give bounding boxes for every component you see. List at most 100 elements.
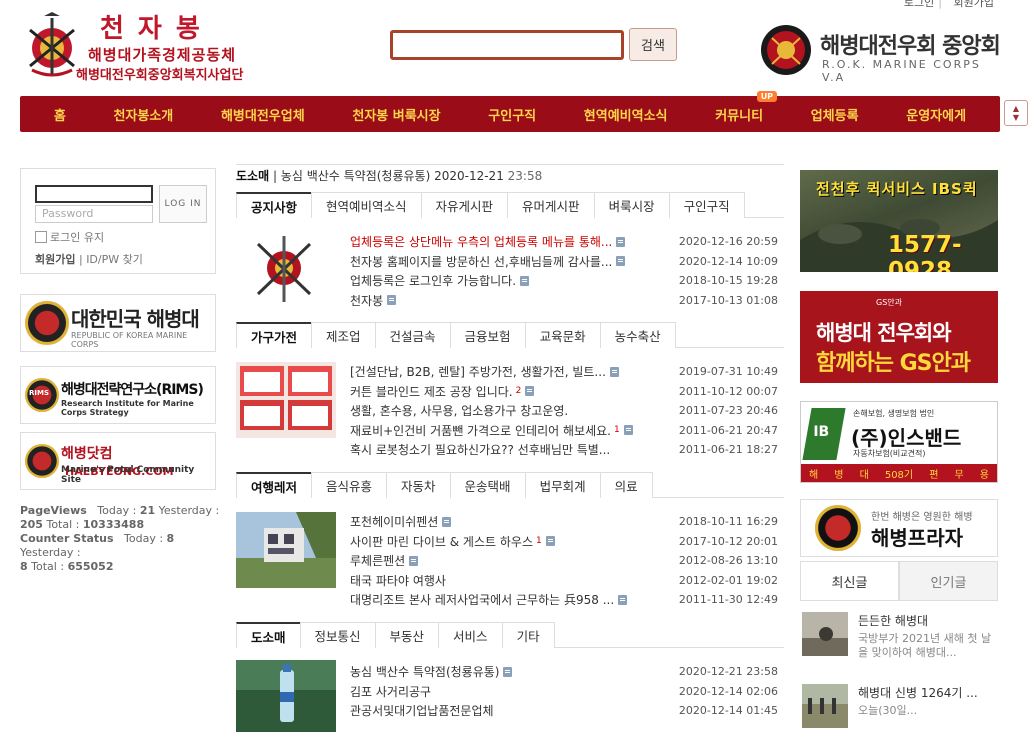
list-item[interactable]: 농심 백산수 특약점(청룡유통) 2020-12-21 23:58 [350,662,778,682]
list-item[interactable]: 천자봉 2017-10-13 01:08 [350,291,778,311]
find-idpw-link[interactable]: ID/PW 찾기 [86,253,143,266]
banner-rims[interactable]: RIMS 해병대전략연구소(RIMS) Research Institute f… [20,366,216,424]
banner-haebyeong[interactable]: 해병닷컴HAEBYEONG.COM Marine's Potal Communi… [20,432,216,490]
search-button[interactable]: 검색 [629,28,677,61]
keep-login-checkbox[interactable] [35,231,47,243]
banner-ibs-quick[interactable]: 전천후 퀵서비스 IBS퀵 1577-0928 [800,170,998,272]
tab-construction[interactable]: 건설금속 [374,322,451,348]
login-button[interactable]: LOG IN [159,185,207,223]
banner-title: 대한민국 해병대 [71,307,200,331]
list-item[interactable]: 사이판 마린 다이브 & 게스트 하우스 1 2017-10-12 20:01 [350,532,778,552]
banner-insband[interactable]: IB 손해보험, 생명보험 법인 (주)인스밴드 자동차보험(비교견적) 해병대… [800,401,998,483]
list-item[interactable]: 업체등록은 상단메뉴 우측의 업체등록 메뉴를 통해... 2020-12-16 … [350,232,778,252]
marine-seal-icon [25,301,69,345]
banner-gs-eye[interactable]: GS안과 해병대 전우회와 함께하는 GS안과 [800,291,998,383]
tab-food[interactable]: 음식유흥 [311,472,388,498]
banner-title: 해병대전략연구소(RIMS) [61,382,204,398]
tab-flea-market[interactable]: 벼룩시장 [593,192,670,218]
tab-jobs[interactable]: 구인구직 [668,192,745,218]
tab-auto[interactable]: 자동차 [386,472,451,498]
latest-item[interactable]: 든든한 해병대 국방부가 2021년 새해 첫 날을 맞이하여 해병대... [800,612,998,660]
board-list-1: 업체등록은 상단메뉴 우측의 업체등록 메뉴를 통해... 2020-12-16 … [350,232,778,310]
appliance-flyer-thumbnail [236,362,336,438]
document-icon [442,516,452,527]
password-input[interactable]: Password [35,205,153,223]
tab-education[interactable]: 교육문화 [524,322,601,348]
document-icon [616,256,626,267]
comment-count: 2 [515,386,522,397]
marine-va-brand[interactable]: 해병대전우회 중앙회 R.O.K. MARINE CORPS V.A [760,24,1001,84]
nav-item-flea-market[interactable]: 천자봉 벼룩시장 [352,105,440,124]
list-item[interactable]: 천자봉 홈페이지를 방문하신 선,후배님들께 감사를... 2020-12-14 … [350,252,778,272]
tab-humor-board[interactable]: 유머게시판 [507,192,595,218]
banner-line1: 해병대 전우회와 [816,321,952,345]
tab-furniture-appliance[interactable]: 가구가전 [236,322,313,348]
login-link[interactable]: 로그인 [904,0,934,9]
tab-it[interactable]: 정보통신 [299,622,376,648]
gs-brand: GS안과 [876,298,902,307]
list-item[interactable]: 관공서및대기업납품전문업체 2020-12-14 01:45 [350,701,778,721]
join-link[interactable]: 회원가입 [35,253,75,266]
tab-legal[interactable]: 법무회계 [524,472,601,498]
latest-desc: 오늘(30일... [858,704,918,717]
divider [236,164,784,165]
nav-item-news[interactable]: 현역예비역소식 [584,105,668,124]
tab-finance[interactable]: 금융보험 [449,322,526,348]
join-link[interactable]: 회원가입 [954,0,994,9]
keep-login[interactable]: 로그인 유지 [35,229,104,245]
tab-manufacturing[interactable]: 제조업 [311,322,376,348]
board-tabs-4: 도소매 정보통신 부동산 서비스 기타 [236,622,784,648]
tab-notice[interactable]: 공지사항 [236,192,313,218]
tab-etc[interactable]: 기타 [501,622,555,648]
list-item[interactable]: 재료비+인건비 거품뺀 가격으로 인테리어 해보세요. 1 2011-06-21 2… [350,421,778,441]
tab-latest[interactable]: 최신글 [800,561,899,600]
scroll-toggle-button[interactable]: ▲ ▼ [1004,100,1028,126]
board-list-2: [건설단납, B2B, 렌탈] 주방가전, 생활가전, 빌트... 2019-07… [350,362,778,460]
latest-tabs: 최신글 인기글 [800,561,998,601]
tab-medical[interactable]: 의료 [599,472,653,498]
nav-item-companies[interactable]: 해병대전우업체 [221,105,305,124]
tab-travel[interactable]: 여행레저 [236,472,313,498]
brand-title: 해병대전우회 중앙회 [820,34,1001,59]
list-item[interactable]: 업체등록은 로그인후 가능합니다. 2018-10-15 19:28 [350,271,778,291]
logo-title: 천자봉 [100,14,214,44]
nav-item-contact[interactable]: 운영자에게 [906,105,966,124]
search-input[interactable] [390,30,624,60]
tab-active-reserve[interactable]: 현역예비역소식 [311,192,422,218]
nav-item-home[interactable]: 홈 [54,105,66,124]
banner-marine-plaza[interactable]: 한번 해병은 영원한 해병 해병프라자 [800,499,998,557]
list-item[interactable]: 대명리조트 본사 레저사업국에서 근무하는 兵958 ... 2011-11-30… [350,590,778,610]
nav-item-jobs[interactable]: 구인구직 [488,105,536,124]
list-item[interactable]: [건설단납, B2B, 렌탈] 주방가전, 생활가전, 빌트... 2019-07… [350,362,778,382]
news-ticker[interactable]: 도소매 | 농심 백산수 특약점(청룡유통) 2020-12-21 23:58 [236,167,542,184]
latest-title: 해병대 신병 1264기 ... [858,686,978,700]
logo-line2: 해병대전우회중앙회복지사업단 [76,68,244,83]
nav-item-about[interactable]: 천자봉소개 [113,105,173,124]
document-icon [618,594,628,605]
tab-service[interactable]: 서비스 [438,622,503,648]
marine-emblem-icon [29,12,75,77]
banner-rok-marine[interactable]: 대한민국 해병대 REPUBLIC OF KOREA MARINE CORPS [20,294,216,352]
list-item[interactable]: 혹시 로봇청소기 필요하신가요?? 선후배님만 특별... 2011-06-21 … [350,440,778,460]
list-item[interactable]: 김포 사거리공구 2020-12-14 02:06 [350,682,778,702]
tab-delivery[interactable]: 운송택배 [449,472,526,498]
document-icon [503,666,513,677]
latest-thumbnail [802,612,848,656]
nav-item-community[interactable]: 커뮤니티 UP [715,90,778,124]
tab-wholesale[interactable]: 도소매 [236,622,301,648]
board-list-4: 농심 백산수 특약점(청룡유통) 2020-12-21 23:58 김포 사거리공… [350,662,778,721]
latest-item[interactable]: 해병대 신병 1264기 ... 오늘(30일... [800,684,998,732]
nav-item-register[interactable]: 업체등록 [811,105,859,124]
list-item[interactable]: 루체른펜션 2012-08-26 13:10 [350,551,778,571]
id-input[interactable] [35,185,153,203]
list-item[interactable]: 생활, 혼수용, 사무용, 업소용가구 창고운영. 2011-07-23 20:4… [350,401,778,421]
list-item[interactable]: 태국 파타야 여행사 2012-02-01 19:02 [350,571,778,591]
site-logo[interactable]: 천자봉 해병대가족경제공동체 해병대전우회중앙회복지사업단 [22,8,272,84]
list-item[interactable]: 포천헤이미쉬펜션 2018-10-11 16:29 [350,512,778,532]
pension-building-thumbnail [236,512,336,588]
tab-popular[interactable]: 인기글 [899,561,998,600]
list-item[interactable]: 커튼 블라인드 제조 공장 입니다. 2 2011-10-12 00:07 [350,382,778,402]
tab-realestate[interactable]: 부동산 [374,622,440,648]
tab-agriculture[interactable]: 농수축산 [599,322,676,348]
tab-free-board[interactable]: 자유게시판 [420,192,509,218]
